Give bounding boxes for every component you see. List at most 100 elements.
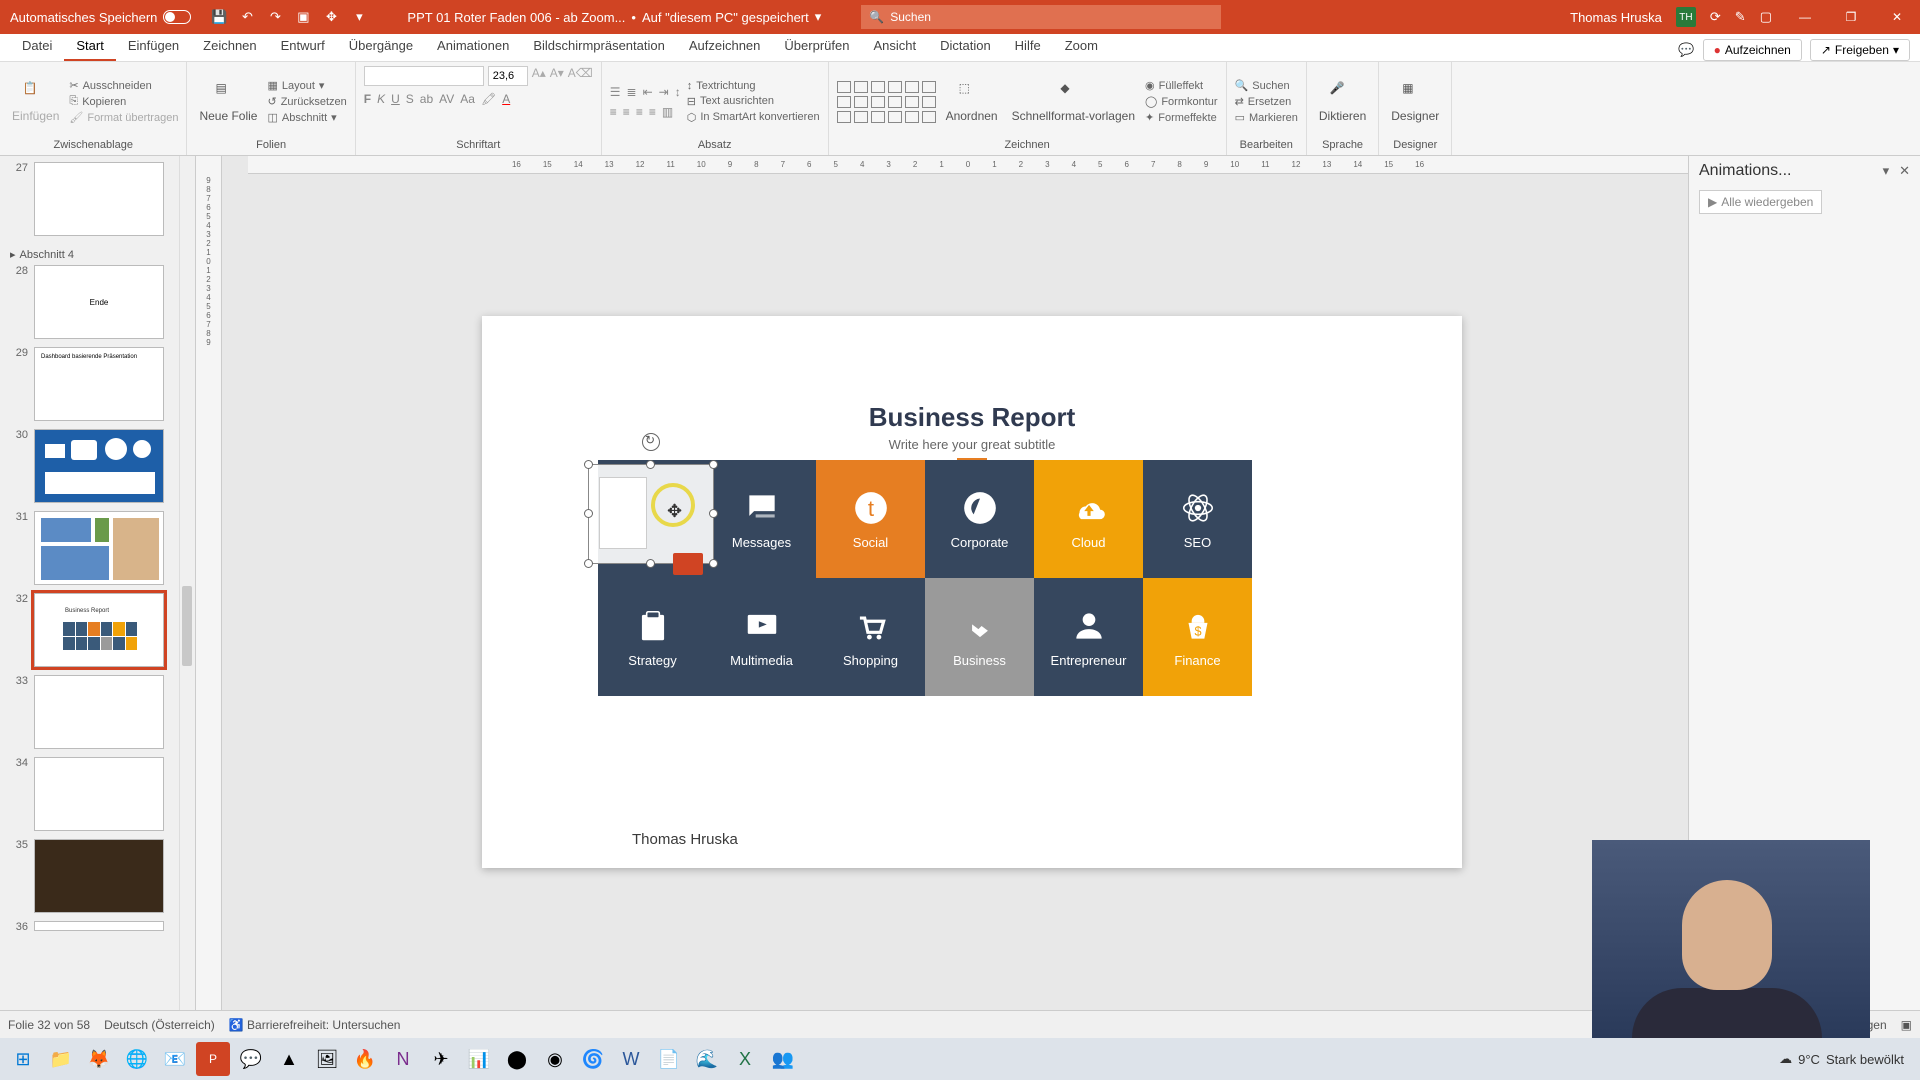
resize-handle[interactable] [646, 559, 655, 568]
shrink-font-icon[interactable]: A▾ [550, 66, 564, 86]
thumb-34[interactable]: 34 [8, 757, 191, 831]
app-icon[interactable]: 🌀 [576, 1042, 610, 1076]
tile-multimedia[interactable]: Multimedia [707, 578, 816, 696]
record-button[interactable]: Aufzeichnen [1703, 39, 1802, 61]
slide-title[interactable]: Business Report [482, 402, 1462, 433]
format-painter-button[interactable]: 🖌 Format übertragen [69, 111, 178, 124]
tab-datei[interactable]: Datei [10, 32, 64, 61]
align-right-icon[interactable]: ≡ [636, 105, 643, 119]
quick-styles-button[interactable]: ◆Schnellformat-vorlagen [1008, 79, 1139, 125]
layout-button[interactable]: ▦ Layout ▾ [267, 79, 346, 92]
edge-icon[interactable]: 🌊 [690, 1042, 724, 1076]
language-indicator[interactable]: Deutsch (Österreich) [104, 1018, 215, 1032]
bullets-icon[interactable]: ☰ [610, 85, 621, 99]
window-icon[interactable]: ▢ [1760, 9, 1772, 25]
thumb-35[interactable]: 35 [8, 839, 191, 913]
vlc-icon[interactable]: ▲ [272, 1042, 306, 1076]
smartart-button[interactable]: ⬡ In SmartArt konvertieren [687, 111, 820, 124]
spacing-button[interactable]: AV [439, 92, 454, 106]
app-icon[interactable]: 🔥 [348, 1042, 382, 1076]
slide-subtitle[interactable]: Write here your great subtitle [482, 437, 1462, 461]
tile-social[interactable]: tSocial [816, 460, 925, 578]
tab-zoom[interactable]: Zoom [1053, 32, 1110, 61]
tile-messages[interactable]: Messages [707, 460, 816, 578]
shape-gallery[interactable] [837, 81, 936, 123]
resize-handle[interactable] [646, 460, 655, 469]
justify-icon[interactable]: ≡ [649, 105, 656, 119]
tile-seo[interactable]: SEO [1143, 460, 1252, 578]
text-align-button[interactable]: ⊟ Text ausrichten [687, 95, 820, 108]
user-name[interactable]: Thomas Hruska [1570, 10, 1662, 25]
word-icon[interactable]: W [614, 1042, 648, 1076]
tab-einfuegen[interactable]: Einfügen [116, 32, 191, 61]
excel-icon[interactable]: X [728, 1042, 762, 1076]
present-icon[interactable]: ▣ [295, 9, 311, 25]
app-icon[interactable]: 📄 [652, 1042, 686, 1076]
thumb-28[interactable]: 28Ende [8, 265, 191, 339]
tab-hilfe[interactable]: Hilfe [1003, 32, 1053, 61]
pane-close-icon[interactable]: ✕ [1899, 163, 1910, 179]
play-all-button[interactable]: ▶ Alle wiedergeben [1699, 190, 1822, 214]
thumb-29[interactable]: 29Dashboard basierende Präsentation [8, 347, 191, 421]
close-button[interactable]: ✕ [1874, 0, 1920, 34]
app-icon[interactable]: 📊 [462, 1042, 496, 1076]
thumb-32[interactable]: 32Business Report [8, 593, 191, 667]
highlight-button[interactable]: 🖍 [481, 92, 496, 106]
resize-handle[interactable] [709, 460, 718, 469]
tile-corporate[interactable]: Corporate [925, 460, 1034, 578]
cut-button[interactable]: ✂ Ausschneiden [69, 79, 178, 92]
font-family-input[interactable] [364, 66, 484, 86]
tab-start[interactable]: Start [64, 32, 115, 61]
slide-counter[interactable]: Folie 32 von 58 [8, 1018, 90, 1032]
tab-ueberpruefen[interactable]: Überprüfen [772, 32, 861, 61]
columns-icon[interactable]: ▥ [662, 105, 673, 119]
font-color-button[interactable]: A [502, 92, 510, 106]
dictate-button[interactable]: 🎤Diktieren [1315, 79, 1370, 125]
arrange-button[interactable]: ⬚Anordnen [942, 79, 1002, 125]
slide-editor[interactable]: 9876543210123456789 16151413121110987654… [196, 156, 1688, 1010]
explorer-icon[interactable]: 📁 [44, 1042, 78, 1076]
strike-button[interactable]: S [406, 92, 414, 106]
toggle-switch[interactable] [163, 10, 191, 24]
section-header[interactable]: ▸ Abschnitt 4 [8, 244, 191, 265]
chevron-down-icon[interactable]: ▾ [815, 9, 822, 25]
rotate-handle[interactable] [642, 433, 660, 451]
shadow-button[interactable]: ab [420, 92, 433, 106]
restore-button[interactable]: ❐ [1828, 0, 1874, 34]
obs-icon[interactable]: ⬤ [500, 1042, 534, 1076]
tab-dictation[interactable]: Dictation [928, 32, 1003, 61]
shape-fill-button[interactable]: ◉ Fülleffekt [1145, 79, 1218, 92]
powerpoint-icon[interactable]: P [196, 1042, 230, 1076]
tab-animationen[interactable]: Animationen [425, 32, 521, 61]
author-text[interactable]: Thomas Hruska [632, 831, 738, 848]
outlook-icon[interactable]: 📧 [158, 1042, 192, 1076]
firefox-icon[interactable]: 🦊 [82, 1042, 116, 1076]
thumb-27[interactable]: 27 [8, 162, 191, 236]
shape-outline-button[interactable]: ◯ Formkontur [1145, 95, 1218, 108]
save-icon[interactable]: 💾 [211, 9, 227, 25]
resize-handle[interactable] [584, 460, 593, 469]
paste-options-button[interactable] [673, 553, 703, 575]
resize-handle[interactable] [709, 559, 718, 568]
tile-strategy[interactable]: Strategy [598, 578, 707, 696]
app-icon[interactable]: ◉ [538, 1042, 572, 1076]
designer-button[interactable]: ▦Designer [1387, 79, 1443, 125]
tab-aufzeichnen[interactable]: Aufzeichnen [677, 32, 773, 61]
find-button[interactable]: 🔍 Suchen [1235, 79, 1298, 92]
indent-dec-icon[interactable]: ⇤ [643, 85, 653, 99]
thumb-31[interactable]: 31 [8, 511, 191, 585]
minimize-button[interactable]: — [1782, 0, 1828, 34]
windows-taskbar[interactable]: ⊞ 📁 🦊 🌐 📧 P 💬 ▲ 🖼 🔥 N ✈ 📊 ⬤ ◉ 🌀 W 📄 🌊 X … [0, 1038, 1920, 1080]
start-button[interactable]: ⊞ [6, 1042, 40, 1076]
tile-entrepreneur[interactable]: Entrepreneur [1034, 578, 1143, 696]
app-icon[interactable]: 💬 [234, 1042, 268, 1076]
tab-bildschirm[interactable]: Bildschirmpräsentation [521, 32, 677, 61]
tile-shopping[interactable]: Shopping [816, 578, 925, 696]
redo-icon[interactable]: ↷ [267, 9, 283, 25]
resize-handle[interactable] [584, 559, 593, 568]
cloud-sync-icon[interactable]: ⟳ [1710, 9, 1721, 25]
align-left-icon[interactable]: ≡ [610, 105, 617, 119]
new-slide-button[interactable]: ▤Neue Folie [195, 79, 261, 125]
thumb-36[interactable]: 36 [8, 921, 191, 933]
case-button[interactable]: Aa [460, 92, 475, 106]
